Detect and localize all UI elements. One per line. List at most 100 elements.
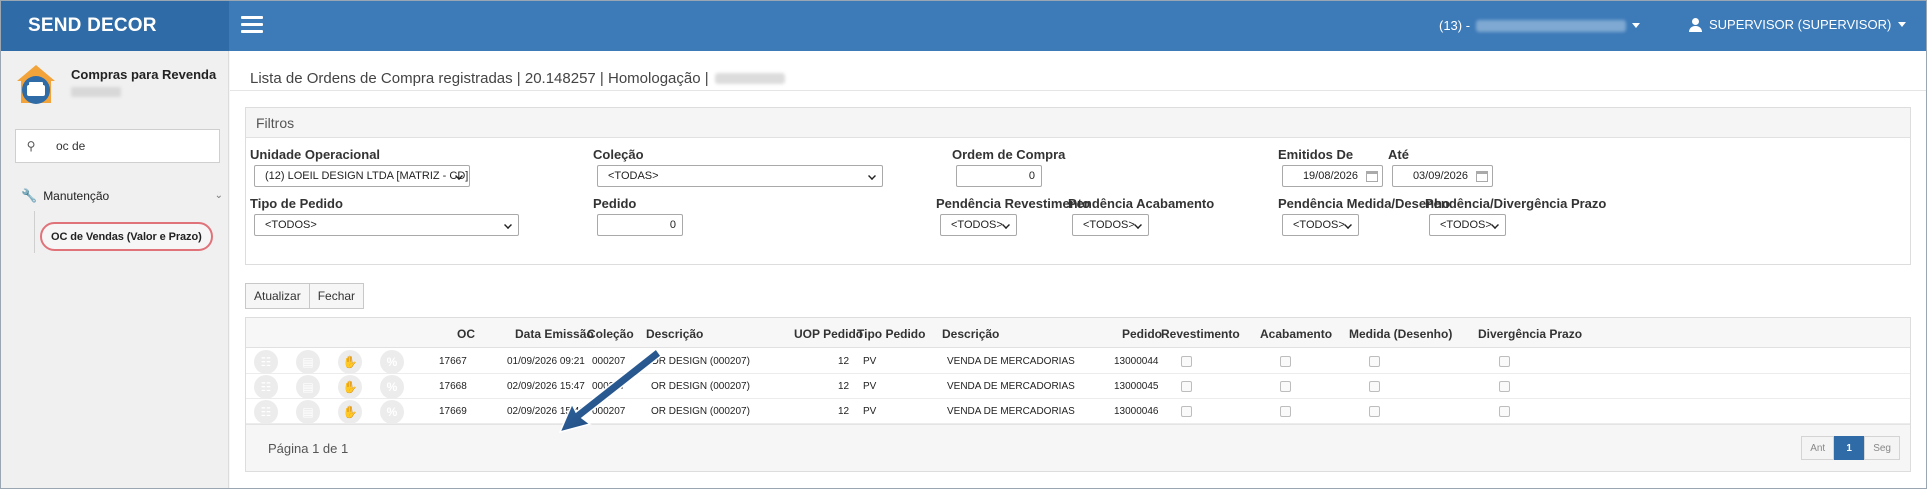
company-prefix: (13) - (1439, 18, 1471, 33)
calendar-icon[interactable] (1366, 171, 1378, 182)
chevron-down-icon (1134, 221, 1142, 229)
cell-oc: 17668 (439, 381, 467, 392)
cell-descricao-2: VENDA DE MERCADORIAS (947, 356, 1075, 367)
hand-icon[interactable]: ✋ (338, 350, 362, 374)
company-selector[interactable]: (13) - (1439, 18, 1641, 33)
col-pedido[interactable]: Pedido (1122, 327, 1162, 341)
checkbox-acabamento[interactable] (1280, 356, 1291, 367)
col-descricao[interactable]: Descrição (646, 327, 703, 341)
brand-logo[interactable]: SEND DECOR (1, 1, 229, 51)
col-tipo-pedido[interactable]: Tipo Pedido (857, 327, 925, 341)
calendar-icon[interactable]: ☷ (254, 350, 278, 374)
pend-revest-select[interactable]: <TODOS> (940, 214, 1017, 236)
colecao-label: Coleção (593, 147, 644, 162)
pager-page-1[interactable]: 1 (1834, 436, 1865, 460)
checkbox-divergencia[interactable] (1499, 406, 1510, 417)
percent-icon[interactable]: % (380, 400, 404, 424)
calendar-icon[interactable]: ☷ (254, 375, 278, 399)
col-colecao[interactable]: Coleção (587, 327, 634, 341)
refresh-button[interactable]: Atualizar (245, 283, 310, 309)
checkbox-revestimento[interactable] (1181, 381, 1192, 392)
cell-uop-pedido: 12 (838, 406, 850, 417)
emitidos-de-label: Emitidos De (1278, 147, 1354, 162)
money-icon[interactable]: ▤ (296, 375, 320, 399)
pend-acab-label: Pendência Acabamento (1068, 196, 1215, 211)
page-title: Lista de Ordens de Compra registradas | … (230, 51, 1926, 91)
colecao-select[interactable]: <TODAS> (597, 165, 883, 187)
menu-toggle-icon[interactable] (241, 16, 263, 34)
app-window: SEND DECOR (13) - SUPERVISOR (SUPERVISOR… (0, 0, 1927, 489)
col-uop-pedido[interactable]: UOP Pedido (794, 327, 863, 341)
col-acabamento[interactable]: Acabamento (1260, 327, 1332, 341)
filters-panel: Filtros Unidade Operacional (12) LOEIL D… (245, 107, 1911, 265)
page-title-text: Lista de Ordens de Compra registradas | … (250, 69, 709, 87)
calendar-icon[interactable]: ☷ (254, 400, 278, 424)
col-data-emissao[interactable]: Data Emissão (515, 327, 594, 341)
sidebar-search[interactable]: ⚲ (15, 129, 220, 163)
pager-next-button[interactable]: Seg (1864, 436, 1900, 460)
close-button[interactable]: Fechar (309, 283, 365, 309)
checkbox-divergencia[interactable] (1499, 381, 1510, 392)
cell-colecao: 000207 (592, 356, 626, 367)
cell-descricao: OR DESIGN (000207) (651, 381, 750, 392)
sidebar-group-manutencao[interactable]: 🔧 Manutenção ⌄ (21, 188, 223, 204)
checkbox-acabamento[interactable] (1280, 406, 1291, 417)
checkbox-revestimento[interactable] (1181, 406, 1192, 417)
checkbox-divergencia[interactable] (1499, 356, 1510, 367)
hand-icon[interactable]: ✋ (338, 400, 362, 424)
tipo-pedido-select-value: <TODOS> (265, 219, 317, 231)
table-row[interactable]: ☷ ▤ ✋% 17668 02/09/2026 15:47 000207 OR DESIGN… (246, 374, 1910, 399)
checkbox-medida[interactable] (1369, 406, 1380, 417)
table-row[interactable]: ☷ ▤ ✋% 17667 01/09/2026 09:21 000207 OR DESIGN… (246, 349, 1910, 374)
cell-descricao: OR DESIGN (000207) (651, 356, 750, 367)
checkbox-revestimento[interactable] (1181, 356, 1192, 367)
top-bar: SEND DECOR (13) - SUPERVISOR (SUPERVISOR… (1, 1, 1926, 51)
user-icon (1689, 17, 1702, 32)
module-logo-icon (17, 65, 55, 104)
calendar-icon[interactable] (1476, 171, 1488, 182)
tipo-pedido-select[interactable]: <TODOS> (254, 214, 519, 236)
pend-medida-select[interactable]: <TODOS> (1282, 214, 1359, 236)
cell-data-emissao: 01/09/2026 09:21 (507, 356, 585, 367)
pagination: Ant 1 Seg (1801, 436, 1900, 460)
checkbox-medida[interactable] (1369, 381, 1380, 392)
cell-descricao: OR DESIGN (000207) (651, 406, 750, 417)
emitidos-de-input[interactable]: 19/08/2026 (1282, 165, 1383, 187)
checkbox-medida[interactable] (1369, 356, 1380, 367)
checkbox-acabamento[interactable] (1280, 381, 1291, 392)
col-divergencia-prazo[interactable]: Divergência Prazo (1478, 327, 1582, 341)
table-header: OC Data Emissão Coleção Descrição UOP Pe… (246, 318, 1910, 348)
pedido-input[interactable]: 0 (597, 214, 683, 236)
ordem-input[interactable]: 0 (956, 165, 1042, 187)
pend-acab-select[interactable]: <TODOS> (1072, 214, 1149, 236)
percent-icon[interactable]: % (380, 350, 404, 374)
sidebar-search-input[interactable] (46, 139, 206, 153)
col-descricao-2[interactable]: Descrição (942, 327, 999, 341)
cell-oc: 17669 (439, 406, 467, 417)
user-menu[interactable]: SUPERVISOR (SUPERVISOR) (1689, 17, 1907, 32)
col-medida-desenho[interactable]: Medida (Desenho) (1349, 327, 1452, 341)
action-buttons: Atualizar Fechar (245, 283, 365, 309)
pend-prazo-select[interactable]: <TODOS> (1429, 214, 1506, 236)
module-subtitle-redacted (71, 87, 121, 97)
chevron-down-icon: ⌄ (214, 190, 223, 201)
pager-prev-button[interactable]: Ant (1801, 436, 1835, 460)
unidade-label: Unidade Operacional (250, 147, 381, 162)
ate-input[interactable]: 03/09/2026 (1392, 165, 1493, 187)
money-icon[interactable]: ▤ (296, 400, 320, 424)
main-content: Lista de Ordens de Compra registradas | … (230, 51, 1926, 488)
orders-table: OC Data Emissão Coleção Descrição UOP Pe… (245, 317, 1911, 472)
cell-pedido: 13000045 (1114, 381, 1159, 392)
sidebar-item-oc-de-vendas[interactable]: OC de Vendas (Valor e Prazo) (40, 222, 213, 251)
tree-line (34, 211, 35, 253)
percent-icon[interactable]: % (380, 375, 404, 399)
col-oc[interactable]: OC (457, 327, 475, 341)
hand-icon[interactable]: ✋ (338, 375, 362, 399)
col-revestimento[interactable]: Revestimento (1161, 327, 1240, 341)
table-row[interactable]: ☷ ▤ ✋% 17669 02/09/2026 15:48 000207 OR DESIGN… (246, 399, 1910, 424)
money-icon[interactable]: ▤ (296, 350, 320, 374)
cell-descricao-2: VENDA DE MERCADORIAS (947, 381, 1075, 392)
cell-pedido: 13000046 (1114, 406, 1159, 417)
pend-prazo-select-value: <TODOS> (1440, 219, 1492, 231)
unidade-select[interactable]: (12) LOEIL DESIGN LTDA [MATRIZ - CD] (254, 165, 470, 187)
